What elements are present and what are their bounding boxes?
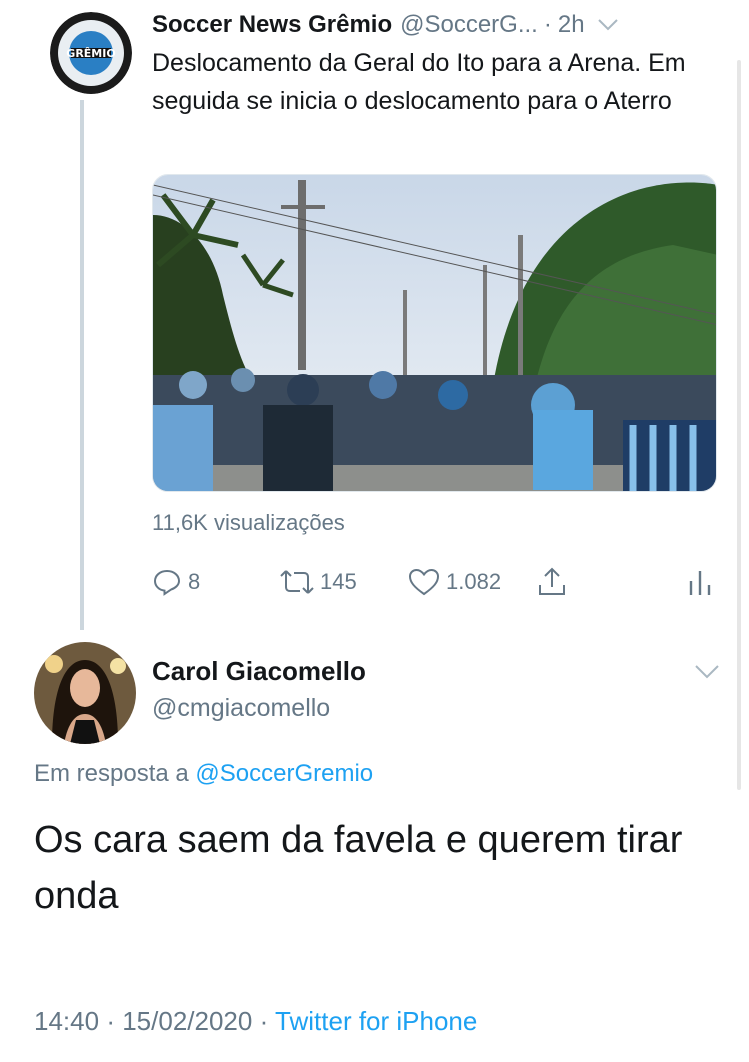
share-button[interactable] [536,562,574,602]
time-ago[interactable]: 2h [558,11,585,39]
analytics-button[interactable] [687,562,719,602]
retweet-button[interactable]: 145 [280,562,357,602]
scrollbar[interactable] [737,60,741,790]
author-handle[interactable]: @SoccerG... [400,11,538,39]
retweet-count: 145 [320,569,357,594]
tweet-text: Deslocamento da Geral do Ito para a Aren… [152,49,686,115]
profile-photo [34,642,136,744]
tweet-time[interactable]: 14:40 [34,1006,99,1036]
tweet-meta: 14:40 · 15/02/2020 · Twitter for iPhone [34,1006,477,1037]
author-handle[interactable]: @cmgiacomello [152,694,330,723]
separator: · [543,11,552,38]
like-button[interactable]: 1.082 [408,562,501,602]
tweet-date[interactable]: 15/02/2020 [122,1006,252,1036]
chevron-down-icon[interactable] [694,664,720,685]
thread-line [80,100,84,630]
tweet-source[interactable]: Twitter for iPhone [275,1006,477,1036]
video-thumbnail[interactable] [152,174,717,492]
replying-prefix: Em resposta a [34,760,189,787]
author-name[interactable]: Carol Giacomello [152,656,366,687]
reply-icon [153,569,181,596]
replying-to-link[interactable]: @SoccerGremio [195,760,373,787]
gremio-logo-icon: GRÊMIO [50,12,132,94]
view-count[interactable]: 11,6K visualizações [152,510,345,536]
share-icon [539,567,565,595]
reply-button[interactable]: 8 [152,562,200,602]
tweet-text: Os cara saem da favela e querem tirar on… [34,819,683,917]
author-name[interactable]: Soccer News Grêmio [152,11,392,39]
heart-icon [408,568,440,596]
avatar[interactable] [34,642,136,744]
analytics-icon [689,571,711,595]
reply-count: 8 [188,569,201,594]
chevron-down-icon[interactable] [597,11,619,39]
avatar[interactable]: GRÊMIO [50,12,132,94]
retweet-icon [280,570,314,594]
svg-text:GRÊMIO: GRÊMIO [66,47,115,60]
separator: · [259,1006,269,1036]
like-count: 1.082 [446,569,502,594]
separator: · [106,1006,115,1036]
tweet-header: Soccer News Grêmio @SoccerG... · 2h [152,8,619,42]
replying-to: Em resposta a @SoccerGremio [34,760,373,788]
tweet-actions: 8 145 1.082 [152,562,717,602]
